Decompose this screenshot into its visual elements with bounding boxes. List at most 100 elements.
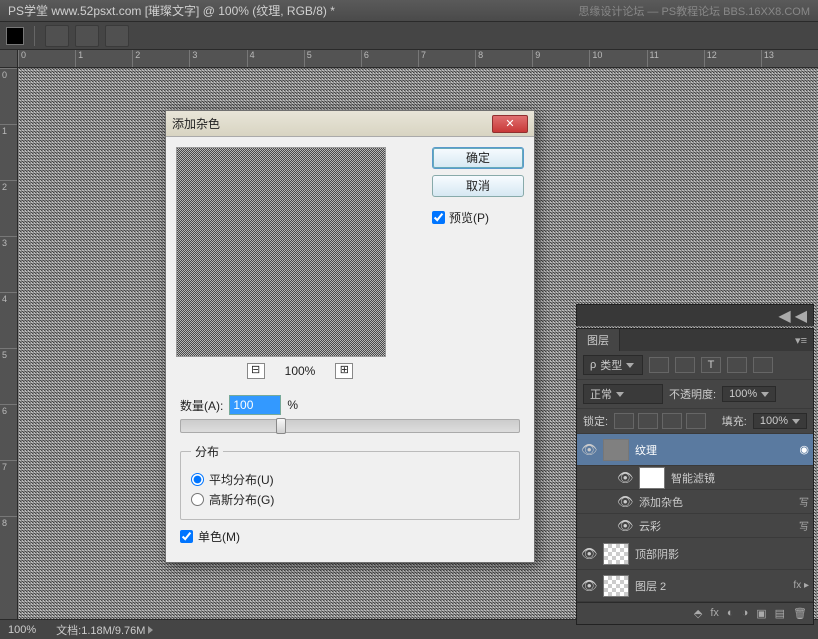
layers-tab[interactable]: 图层 <box>577 329 620 351</box>
mono-checkbox-row[interactable]: 单色(M) <box>180 528 520 545</box>
dialog-titlebar[interactable]: 添加杂色 ✕ <box>166 111 534 137</box>
layer-row[interactable]: 👁 纹理 ◉ <box>577 434 813 466</box>
filter-shape-icon[interactable] <box>727 357 747 373</box>
fill-input[interactable]: 100% <box>753 413 807 429</box>
amount-slider[interactable] <box>180 419 520 433</box>
layer-fx-icon[interactable]: fx <box>710 607 719 620</box>
smart-object-icon <box>620 452 629 461</box>
slider-thumb[interactable] <box>276 418 286 434</box>
options-bar <box>0 22 818 50</box>
amount-input[interactable]: 100 <box>229 395 281 415</box>
adjustment-layer-icon[interactable]: ◑ <box>742 607 749 620</box>
ruler-corner <box>0 50 18 68</box>
blend-row: 正常 不透明度: 100% <box>577 380 813 409</box>
link-layers-icon[interactable]: ⬘ <box>694 607 702 620</box>
filter-mask-icon[interactable]: ◉ <box>799 443 809 456</box>
opacity-label: 不透明度: <box>669 386 716 402</box>
layer-mask-icon[interactable]: ◐ <box>727 607 734 620</box>
layer-name: 图层 2 <box>635 578 787 594</box>
layer-row[interactable]: 👁 添加杂色写 <box>577 490 813 514</box>
mono-label: 单色(M) <box>198 528 240 545</box>
visibility-icon[interactable]: 👁 <box>617 470 633 486</box>
uniform-radio-row[interactable]: 平均分布(U) <box>191 471 509 488</box>
tool-option-3[interactable] <box>105 25 129 47</box>
fill-label: 填充: <box>722 413 747 429</box>
gaussian-radio-row[interactable]: 高斯分布(G) <box>191 491 509 508</box>
new-layer-icon[interactable]: ▤ <box>775 607 785 620</box>
ruler-vertical: 012345678 <box>0 68 18 619</box>
add-noise-dialog: 添加杂色 ✕ ⊟ 100% ⊞ 确定 取消 预览(P) 数量(A): 100 % <box>165 110 535 563</box>
visibility-icon[interactable]: 👁 <box>581 546 597 562</box>
lock-pixels-icon[interactable] <box>638 413 658 429</box>
lock-position-icon[interactable] <box>662 413 682 429</box>
cancel-button[interactable]: 取消 <box>432 175 524 197</box>
tool-option-2[interactable] <box>75 25 99 47</box>
tool-option-1[interactable] <box>45 25 69 47</box>
preview-thumbnail[interactable] <box>176 147 386 357</box>
lock-row: 锁定: 填充: 100% <box>577 409 813 434</box>
zoom-level[interactable]: 100% <box>8 624 36 636</box>
filter-pixel-icon[interactable] <box>649 357 669 373</box>
filter-type-icon[interactable]: T <box>701 357 721 373</box>
preview-zoom: 100% <box>285 364 316 378</box>
color-swatch[interactable] <box>6 27 24 45</box>
preview-checkbox[interactable] <box>432 211 445 224</box>
dialog-close-button[interactable]: ✕ <box>492 115 528 133</box>
layer-name: 添加杂色 <box>639 494 793 510</box>
triangle-icon <box>148 626 153 634</box>
preview-checkbox-row[interactable]: 预览(P) <box>432 209 524 226</box>
layer-name: 智能滤镜 <box>671 470 809 486</box>
uniform-radio[interactable] <box>191 473 204 486</box>
amount-percent: % <box>287 398 298 412</box>
layer-thumbnail[interactable] <box>603 543 629 565</box>
layer-thumbnail[interactable] <box>603 575 629 597</box>
ok-button[interactable]: 确定 <box>432 147 524 169</box>
panel-collapse-bar[interactable]: ◀ ◀ <box>576 304 814 326</box>
blend-mode-select[interactable]: 正常 <box>583 384 663 404</box>
panel-footer: ⬘ fx ◐ ◑ ▣ ▤ 🗑 <box>577 602 813 624</box>
panel-menu-icon[interactable]: ▾≡ <box>795 334 807 347</box>
gaussian-radio[interactable] <box>191 493 204 506</box>
layer-name: 纹理 <box>635 442 793 458</box>
layer-row[interactable]: 👁 智能滤镜 <box>577 466 813 490</box>
uniform-label: 平均分布(U) <box>209 471 274 488</box>
fx-badge[interactable]: fx ▸ <box>793 580 809 591</box>
opacity-input[interactable]: 100% <box>722 386 776 402</box>
chevron-down-icon <box>761 392 769 397</box>
trash-icon[interactable]: 🗑 <box>793 607 807 620</box>
zoom-out-button[interactable]: ⊟ <box>247 363 265 379</box>
gaussian-label: 高斯分布(G) <box>209 491 274 508</box>
layer-row[interactable]: 👁 图层 2 fx ▸ <box>577 570 813 602</box>
group-icon[interactable]: ▣ <box>756 607 766 620</box>
lock-transparency-icon[interactable] <box>614 413 634 429</box>
lock-all-icon[interactable] <box>686 413 706 429</box>
distribution-group: 分布 平均分布(U) 高斯分布(G) <box>180 443 520 520</box>
document-title: PS学堂 www.52psxt.com [璀璨文字] @ 100% (纹理, R… <box>8 2 335 19</box>
preview-label: 预览(P) <box>449 209 489 226</box>
doc-size: 文档:1.18M/9.76M <box>56 622 153 638</box>
visibility-icon[interactable]: 👁 <box>617 494 633 510</box>
visibility-icon[interactable]: 👁 <box>581 578 597 594</box>
filter-kind-select[interactable]: ρ 类型 <box>583 355 643 375</box>
chevron-left-icon[interactable]: ◀ <box>778 306 790 326</box>
filter-edit-icon[interactable]: 写 <box>799 494 809 509</box>
visibility-icon[interactable]: 👁 <box>581 442 597 458</box>
layer-row[interactable]: 👁 云彩写 <box>577 514 813 538</box>
filter-smart-icon[interactable] <box>753 357 773 373</box>
chevron-left-icon[interactable]: ◀ <box>795 306 807 326</box>
filter-adjust-icon[interactable] <box>675 357 695 373</box>
filter-edit-icon[interactable]: 写 <box>799 518 809 533</box>
distribution-legend: 分布 <box>191 443 223 460</box>
layer-row[interactable]: 👁 顶部阴影 <box>577 538 813 570</box>
layer-thumbnail[interactable] <box>603 439 629 461</box>
mono-checkbox[interactable] <box>180 530 193 543</box>
ruler-horizontal: 012345678910111213 <box>18 50 818 68</box>
chevron-down-icon <box>616 392 624 397</box>
layer-name: 云彩 <box>639 518 793 534</box>
panel-tabs: 图层 ▾≡ <box>577 329 813 351</box>
layer-thumbnail[interactable] <box>639 467 665 489</box>
zoom-in-button[interactable]: ⊞ <box>335 363 353 379</box>
visibility-icon[interactable]: 👁 <box>617 518 633 534</box>
layer-name: 顶部阴影 <box>635 546 809 562</box>
watermark-text: 思缘设计论坛 — PS教程论坛 BBS.16XX8.COM <box>578 3 810 19</box>
